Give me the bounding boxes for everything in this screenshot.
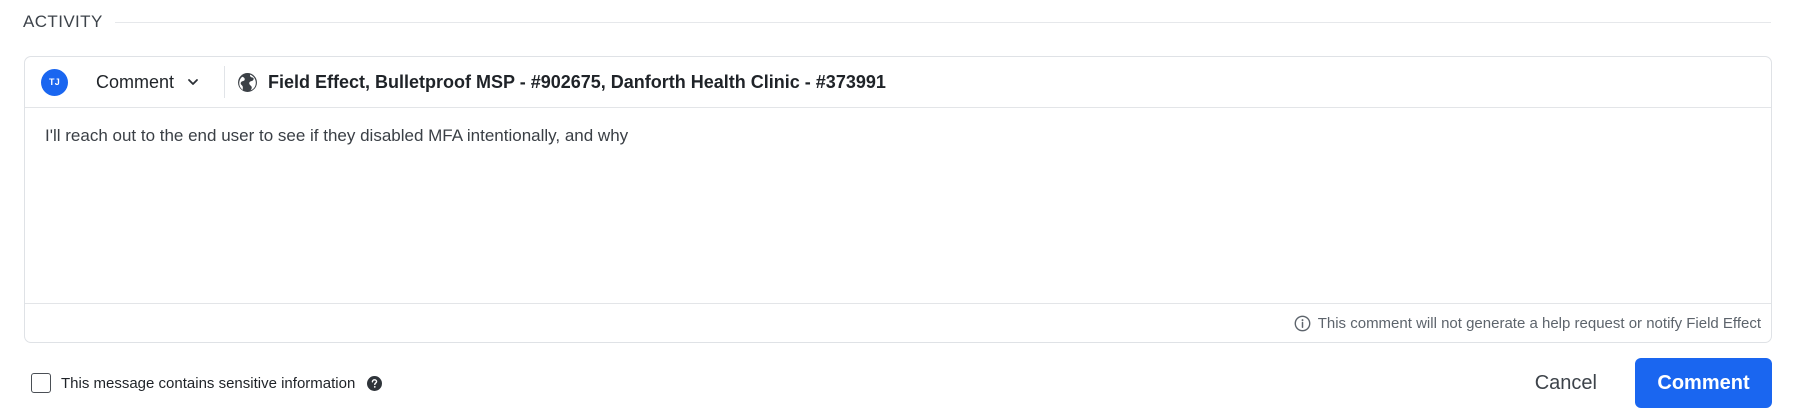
composer-header: TJ Comment Field Effect, Bulletproof MSP…: [25, 57, 1771, 108]
chevron-down-icon: [186, 75, 200, 89]
sensitive-option: This message contains sensitive informat…: [31, 373, 383, 393]
comment-type-dropdown[interactable]: Comment: [96, 66, 226, 98]
action-buttons: Cancel Comment: [1535, 358, 1772, 408]
help-icon[interactable]: [367, 375, 383, 391]
comment-textarea[interactable]: I'll reach out to the end user to see if…: [45, 124, 1751, 287]
avatar: TJ: [41, 68, 68, 96]
comment-composer: TJ Comment Field Effect, Bulletproof MSP…: [24, 56, 1772, 343]
composer-actions-row: This message contains sensitive informat…: [31, 358, 1772, 408]
sensitive-label: This message contains sensitive informat…: [61, 374, 356, 392]
audience-selector[interactable]: Field Effect, Bulletproof MSP - #902675,…: [237, 72, 886, 93]
globe-icon: [237, 72, 258, 93]
composer-footer: This comment will not generate a help re…: [25, 304, 1771, 342]
audience-label: Field Effect, Bulletproof MSP - #902675,…: [268, 71, 886, 92]
section-divider: [114, 21, 1771, 23]
info-icon: [1294, 315, 1311, 332]
composer-body: I'll reach out to the end user to see if…: [25, 108, 1771, 304]
section-title: ACTIVITY: [23, 12, 103, 31]
cancel-button[interactable]: Cancel: [1535, 372, 1597, 395]
comment-type-label: Comment: [96, 71, 175, 92]
sensitive-checkbox[interactable]: [31, 373, 51, 393]
footer-note: This comment will not generate a help re…: [1317, 314, 1761, 332]
submit-comment-button[interactable]: Comment: [1635, 358, 1772, 408]
activity-section-header: ACTIVITY: [23, 12, 1771, 32]
